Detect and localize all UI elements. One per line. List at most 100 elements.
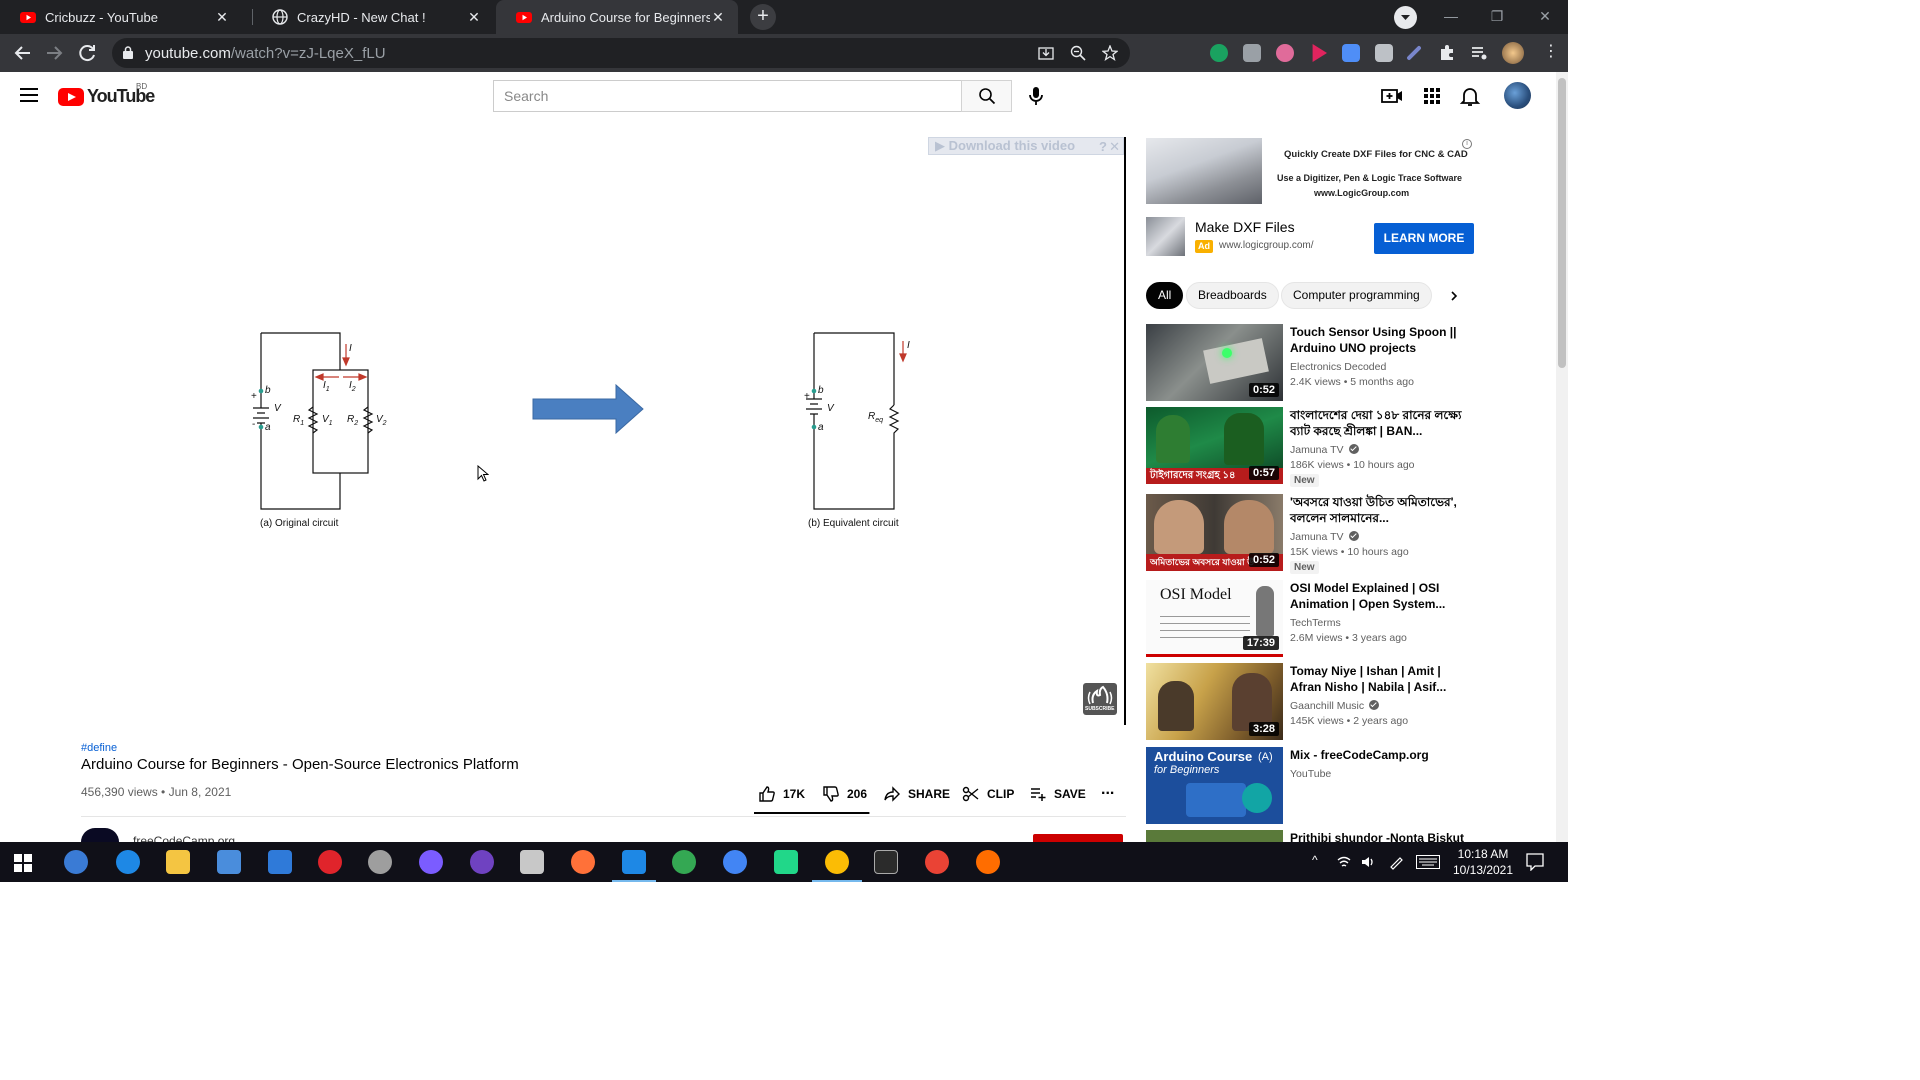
chrome-icon[interactable] — [723, 850, 747, 874]
chevron-right-icon[interactable] — [1447, 289, 1461, 303]
video-title[interactable]: Mix - freeCodeCamp.org — [1290, 747, 1468, 763]
vscode-icon[interactable] — [622, 850, 646, 874]
reload-icon[interactable] — [74, 40, 102, 66]
wifi-icon[interactable] — [1336, 854, 1352, 870]
messenger-icon[interactable] — [419, 850, 443, 874]
dislike-button[interactable]: 206 — [822, 784, 867, 804]
more-actions-button[interactable]: ... — [1101, 780, 1114, 800]
video-thumbnail[interactable] — [1146, 830, 1283, 842]
file-explorer-icon[interactable] — [166, 850, 190, 874]
windows-start-icon[interactable] — [14, 854, 32, 872]
chip-computer-programming[interactable]: Computer programming — [1281, 282, 1432, 309]
channel-name[interactable]: freeCodeCamp.org — [133, 834, 235, 842]
paint-icon[interactable] — [520, 850, 544, 874]
pen-extension-icon[interactable] — [1406, 45, 1422, 61]
apps-grid-icon[interactable] — [1420, 84, 1444, 108]
recommended-video[interactable]: 0:52 Touch Sensor Using Spoon || Arduino… — [1146, 324, 1476, 402]
firefox-icon[interactable] — [571, 850, 595, 874]
subscribe-button[interactable] — [1033, 834, 1123, 842]
maximize-window-icon[interactable]: ❐ — [1474, 0, 1520, 34]
video-title[interactable]: Touch Sensor Using Spoon || Arduino UNO … — [1290, 324, 1468, 356]
clip-button[interactable]: CLIP — [962, 784, 1014, 804]
youtube-logo[interactable]: YouTube BD — [58, 82, 155, 107]
mail-icon[interactable] — [268, 850, 292, 874]
video-player[interactable]: b a V + - I I1 I2 R1 V1 R2 V2 b a V + I … — [81, 137, 1126, 725]
video-thumbnail[interactable]: 3:28 — [1146, 663, 1283, 740]
channel-name[interactable]: YouTube — [1290, 768, 1331, 780]
system-clock[interactable]: 10:18 AM 10/13/2021 — [1448, 846, 1518, 878]
account-avatar[interactable] — [1504, 82, 1531, 109]
ad-banner[interactable]: Quickly Create DXF Files for CNC & CAD U… — [1146, 138, 1474, 204]
video-hashtag-link[interactable]: #define — [81, 742, 117, 754]
video-title[interactable]: বাংলাদেশের দেয়া ১৪৮ রানের লক্ষ্যে ব্যাট… — [1290, 407, 1468, 439]
video-thumbnail[interactable]: OSI Model 17:39 — [1146, 580, 1283, 657]
recommended-video[interactable]: Arduino Course for Beginners (A) Mix - f… — [1146, 747, 1476, 825]
close-tab-icon[interactable]: ✕ — [710, 9, 726, 26]
create-video-icon[interactable] — [1380, 84, 1404, 108]
save-button[interactable]: SAVE — [1029, 784, 1086, 804]
channel-name[interactable]: Jamuna TV — [1290, 531, 1359, 543]
puzzle-extensions-icon[interactable] — [1438, 44, 1456, 62]
action-center-icon[interactable] — [1526, 853, 1544, 871]
pen-input-icon[interactable] — [1388, 854, 1404, 870]
grammarly-extension-icon[interactable] — [1210, 44, 1228, 62]
channel-name[interactable]: TechTerms — [1290, 617, 1341, 629]
edge-dev-icon[interactable] — [672, 850, 696, 874]
minimize-window-icon[interactable]: — — [1428, 0, 1474, 34]
share-button[interactable]: SHARE — [883, 784, 950, 804]
recommended-video[interactable]: অমিতাভের অবসরে যাওয়া উ 0:52 'অবসরে যাওয… — [1146, 494, 1476, 574]
postman-icon[interactable] — [976, 850, 1000, 874]
edge-browser-icon[interactable] — [116, 850, 140, 874]
opera-browser-icon[interactable] — [318, 850, 342, 874]
address-bar[interactable]: youtube.com/watch?v=zJ-LqeX_fLU — [112, 38, 1130, 68]
video-thumbnail[interactable]: Arduino Course for Beginners (A) — [1146, 747, 1283, 824]
browser-tab-active[interactable]: Arduino Course for Beginners - O ✕ — [496, 0, 738, 34]
video-thumbnail[interactable]: 0:52 — [1146, 324, 1283, 401]
video-title[interactable]: 'অবসরে যাওয়া উচিত অমিতাভের', বললেন সালম… — [1290, 494, 1468, 526]
channel-avatar[interactable] — [81, 828, 119, 842]
recommended-video[interactable]: Prithibi shundor -Nonta Biskut — [1146, 830, 1476, 842]
volume-icon[interactable] — [1360, 854, 1376, 870]
chrome-active-icon[interactable] — [825, 850, 849, 874]
close-window-icon[interactable]: ✕ — [1522, 0, 1568, 34]
browser-tab[interactable]: Cricbuzz - YouTube ✕ — [0, 0, 242, 34]
pycharm-icon[interactable] — [774, 850, 798, 874]
microphone-icon[interactable] — [1024, 84, 1048, 108]
learn-more-button[interactable]: LEARN MORE — [1374, 223, 1474, 254]
download-help-icon[interactable]: ? — [1099, 139, 1107, 155]
channel-name[interactable]: Electronics Decoded — [1290, 361, 1386, 373]
zoom-icon[interactable] — [1070, 45, 1086, 61]
screen-extension-icon[interactable] — [1375, 44, 1393, 62]
notifications-bell-icon[interactable] — [1458, 84, 1482, 108]
search-input[interactable]: Search — [493, 80, 961, 112]
show-hidden-icons-chevron-icon[interactable]: ^ — [1312, 853, 1318, 867]
download-close-icon[interactable]: ✕ — [1109, 139, 1120, 155]
chrome-profile-icon[interactable] — [925, 850, 949, 874]
like-button[interactable]: 17K — [758, 784, 805, 804]
extension-icon[interactable] — [1276, 44, 1294, 62]
download-video-bar[interactable]: ▶ Download this video ? ✕ — [928, 137, 1124, 155]
terminal-icon[interactable] — [874, 850, 898, 874]
touch-keyboard-icon[interactable] — [1416, 855, 1440, 869]
recommended-video[interactable]: টাইগারদের সংগ্রহ ১৪ 0:57 বাংলাদেশের দেয়… — [1146, 407, 1476, 487]
ad-title[interactable]: Make DXF Files — [1195, 219, 1295, 235]
channel-name[interactable]: Jamuna TV — [1290, 444, 1359, 456]
recommended-video[interactable]: OSI Model 17:39 OSI Model Explained | OS… — [1146, 580, 1476, 658]
install-app-icon[interactable] — [1038, 45, 1054, 61]
hamburger-menu-icon[interactable] — [20, 88, 38, 102]
search-button[interactable] — [961, 80, 1012, 112]
subscribe-watermark[interactable]: SUBSCRIBE — [1083, 683, 1117, 715]
profile-avatar-icon[interactable] — [1502, 42, 1524, 64]
video-title[interactable]: OSI Model Explained | OSI Animation | Op… — [1290, 580, 1468, 612]
back-arrow-icon[interactable] — [8, 40, 36, 66]
forward-arrow-icon[interactable] — [41, 40, 69, 66]
store-icon[interactable] — [217, 850, 241, 874]
tab-search-icon[interactable] — [1394, 6, 1417, 29]
app-icon[interactable] — [368, 850, 392, 874]
close-tab-icon[interactable]: ✕ — [214, 9, 230, 26]
github-desktop-icon[interactable] — [470, 850, 494, 874]
download-extension-icon[interactable] — [1342, 44, 1360, 62]
close-tab-icon[interactable]: ✕ — [466, 9, 482, 26]
channel-name[interactable]: Gaanchill Music — [1290, 700, 1380, 712]
new-tab-button[interactable]: + — [750, 4, 776, 30]
